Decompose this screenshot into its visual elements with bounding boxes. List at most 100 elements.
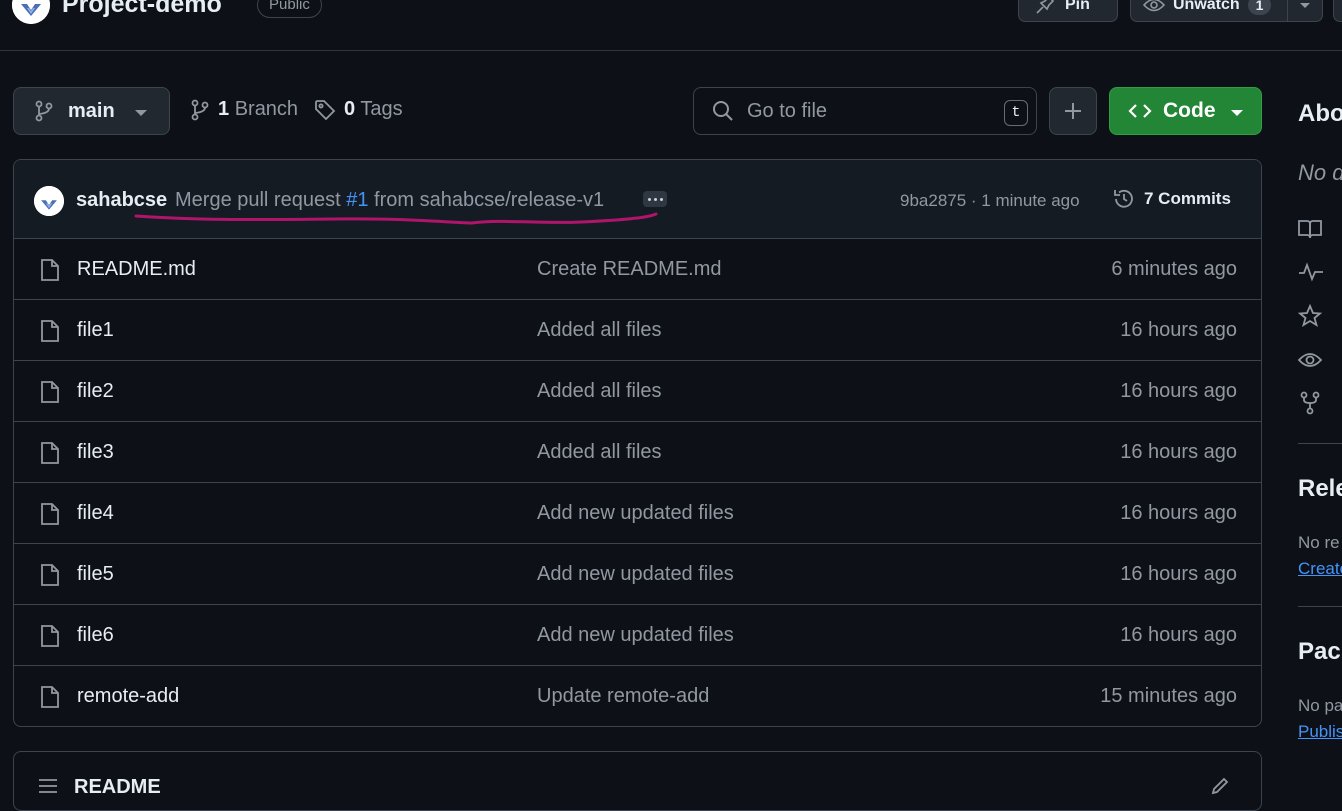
branch-selector[interactable]: main xyxy=(13,87,170,135)
packages-heading[interactable]: Pack xyxy=(1298,638,1342,666)
file-commit-message[interactable]: Added all files xyxy=(537,441,662,464)
list-icon xyxy=(38,778,58,794)
pin-icon xyxy=(1035,0,1055,15)
divider xyxy=(1298,443,1342,444)
file-commit-time: 16 hours ago xyxy=(1120,319,1237,341)
readme-title[interactable]: README xyxy=(74,776,161,799)
pin-label: Pin xyxy=(1065,0,1090,13)
history-icon xyxy=(1112,187,1136,211)
add-file-button[interactable] xyxy=(1049,87,1097,135)
releases-heading[interactable]: Rele xyxy=(1298,475,1342,503)
file-icon xyxy=(40,502,60,526)
search-input[interactable] xyxy=(747,99,987,123)
file-commit-time: 16 hours ago xyxy=(1120,441,1237,463)
file-commit-message[interactable]: Add new updated files xyxy=(537,502,734,525)
unwatch-button[interactable]: Unwatch 1 xyxy=(1130,0,1323,22)
create-release-link[interactable]: Create xyxy=(1298,559,1342,579)
avatar[interactable] xyxy=(34,186,64,216)
tag-count: 0 xyxy=(344,98,356,120)
keyboard-shortcut-hint: t xyxy=(1004,100,1028,126)
commit-message[interactable]: Merge pull request #1 from sahabcse/rele… xyxy=(175,189,604,212)
file-commit-time: 16 hours ago xyxy=(1120,502,1237,524)
file-commit-message[interactable]: Create README.md xyxy=(537,258,722,281)
table-row: README.md Create README.md 6 minutes ago xyxy=(14,239,1261,300)
file-name-link[interactable]: README.md xyxy=(77,258,196,281)
go-to-file-search[interactable]: t xyxy=(693,87,1037,135)
branch-name: main xyxy=(68,99,115,122)
pencil-icon[interactable] xyxy=(1210,776,1230,796)
eye-icon xyxy=(1143,0,1165,13)
file-commit-message[interactable]: Add new updated files xyxy=(537,624,734,647)
readme-panel: README xyxy=(13,751,1262,811)
unwatch-label: Unwatch xyxy=(1173,0,1240,13)
packages-text: No pa xyxy=(1298,696,1342,715)
file-commit-message[interactable]: Update remote-add xyxy=(537,685,709,708)
file-commit-message[interactable]: Added all files xyxy=(537,380,662,403)
commit-hash-time[interactable]: 9ba2875 · 1 minute ago xyxy=(900,191,1080,211)
about-description: No d xyxy=(1298,160,1342,185)
table-row: file4 Add new updated files 16 hours ago xyxy=(14,483,1261,544)
tag-label: Tags xyxy=(360,98,403,120)
table-row: remote-add Update remote-add 15 minutes ag… xyxy=(14,666,1261,726)
repo-header: Project-demo Public Pin Unwatch 1 xyxy=(0,0,1342,51)
branch-label: Branch xyxy=(234,98,299,120)
pin-button[interactable]: Pin xyxy=(1018,0,1118,22)
file-icon xyxy=(40,685,60,709)
file-name-link[interactable]: file5 xyxy=(77,563,114,586)
file-name-link[interactable]: file3 xyxy=(77,441,114,464)
fork-button[interactable] xyxy=(1333,0,1342,22)
commits-history-link[interactable]: 7 Commits xyxy=(1112,187,1231,211)
visibility-badge: Public xyxy=(257,0,322,18)
branch-icon xyxy=(190,99,210,121)
table-row: file6 Add new updated files 16 hours ago xyxy=(14,605,1261,666)
file-icon xyxy=(40,380,60,404)
releases-text: No re xyxy=(1298,533,1340,552)
branch-count: 1 xyxy=(218,98,230,120)
commits-label: 7 Commits xyxy=(1144,189,1231,208)
file-commit-time: 15 minutes ago xyxy=(1100,685,1237,707)
file-commit-message[interactable]: Added all files xyxy=(537,319,662,342)
file-name-link[interactable]: file2 xyxy=(77,380,114,403)
book-icon[interactable] xyxy=(1298,218,1322,240)
expand-commit-button[interactable] xyxy=(643,191,667,207)
file-name-link[interactable]: file4 xyxy=(77,502,114,525)
repo-owner-avatar[interactable] xyxy=(12,0,50,24)
file-commit-time: 16 hours ago xyxy=(1120,563,1237,585)
file-name-link[interactable]: file6 xyxy=(77,624,114,647)
repo-title[interactable]: Project-demo xyxy=(62,0,222,19)
about-heading: Abo xyxy=(1298,100,1342,127)
file-icon xyxy=(40,319,60,343)
file-icon xyxy=(40,441,60,465)
divider xyxy=(1287,0,1288,21)
file-icon xyxy=(40,624,60,648)
file-commit-time: 16 hours ago xyxy=(1120,380,1237,402)
file-icon xyxy=(40,258,60,282)
annotation-underline xyxy=(132,210,660,232)
tag-icon xyxy=(314,99,336,121)
watch-count: 1 xyxy=(1247,0,1272,15)
commit-message-suffix: from sahabcse/release-v1 xyxy=(374,189,605,211)
eye-icon[interactable] xyxy=(1298,350,1322,370)
publish-package-link[interactable]: Publis xyxy=(1298,722,1342,742)
tags-link[interactable]: 0 Tags xyxy=(314,98,403,121)
code-icon xyxy=(1128,102,1152,120)
star-icon[interactable] xyxy=(1298,304,1322,328)
code-button[interactable]: Code xyxy=(1109,87,1262,135)
pull-request-link[interactable]: #1 xyxy=(346,189,368,211)
file-commit-time: 16 hours ago xyxy=(1120,624,1237,646)
file-name-link[interactable]: remote-add xyxy=(77,685,179,708)
file-icon xyxy=(40,563,60,587)
pulse-icon[interactable] xyxy=(1298,262,1324,282)
chevron-down-icon xyxy=(1230,109,1244,117)
commit-message-prefix: Merge pull request xyxy=(175,189,341,211)
chevron-down-icon[interactable] xyxy=(1299,2,1311,10)
fork-icon[interactable] xyxy=(1298,391,1322,415)
commit-author[interactable]: sahabcse xyxy=(76,189,167,212)
file-commit-message[interactable]: Add new updated files xyxy=(537,563,734,586)
latest-commit-bar: sahabcse Merge pull request #1 from saha… xyxy=(14,160,1261,239)
plus-icon xyxy=(1063,101,1083,121)
file-name-link[interactable]: file1 xyxy=(77,319,114,342)
branches-link[interactable]: 1 Branch xyxy=(190,98,298,121)
search-icon xyxy=(712,100,734,122)
code-label: Code xyxy=(1163,99,1216,122)
